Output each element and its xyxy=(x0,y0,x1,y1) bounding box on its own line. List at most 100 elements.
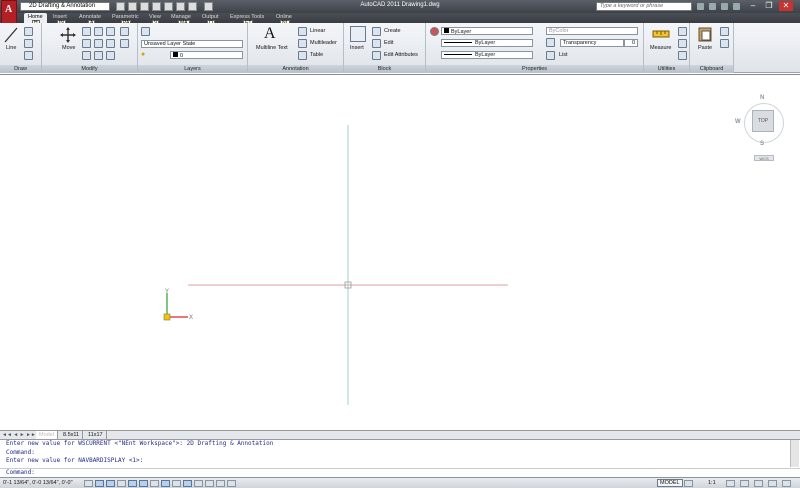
help-icon[interactable] xyxy=(733,3,740,10)
draw-panel-title[interactable]: Draw xyxy=(0,65,41,73)
quick-calc-icon[interactable] xyxy=(678,39,687,48)
multileader-button[interactable]: Multileader xyxy=(310,40,337,46)
trim-icon[interactable] xyxy=(94,27,103,36)
properties-panel-title[interactable]: Properties xyxy=(426,65,643,73)
measure-icon[interactable] xyxy=(652,28,670,40)
save-as-icon[interactable] xyxy=(152,2,161,11)
plot-icon[interactable] xyxy=(164,2,173,11)
annotation-panel-title[interactable]: Annotation xyxy=(248,65,343,73)
quick-view-layouts-icon[interactable] xyxy=(684,480,693,487)
arc-icon[interactable] xyxy=(24,51,33,60)
layers-panel-title[interactable]: Layers xyxy=(138,65,247,73)
restore-icon[interactable]: ❐ xyxy=(762,1,776,11)
polyline-icon[interactable] xyxy=(24,27,33,36)
edit-attributes-button[interactable]: Edit Attributes xyxy=(384,52,418,58)
command-window[interactable]: Enter new value for WSCURRENT <"NEnt Wor… xyxy=(0,439,800,477)
insert-block-icon[interactable] xyxy=(350,26,366,42)
dynamic-input-toggle[interactable] xyxy=(183,480,192,487)
qat-dropdown-icon[interactable] xyxy=(204,2,213,11)
stretch-icon[interactable] xyxy=(82,51,91,60)
move-icon[interactable] xyxy=(60,27,76,43)
viewcube-west[interactable]: W xyxy=(735,119,741,125)
plotstyle-dropdown[interactable]: ByColor xyxy=(546,27,638,35)
undo-icon[interactable] xyxy=(176,2,185,11)
viewcube-north[interactable]: N xyxy=(760,95,764,101)
viewcube-south[interactable]: S xyxy=(760,141,764,147)
edit-block-icon[interactable] xyxy=(372,39,381,48)
cut-icon[interactable] xyxy=(720,27,729,36)
move-button[interactable]: Move xyxy=(62,45,75,51)
insert-button[interactable]: Insert xyxy=(350,45,364,51)
lightbulb-icon[interactable]: ● xyxy=(141,51,145,58)
table-icon[interactable] xyxy=(298,51,307,60)
line-tool-icon[interactable] xyxy=(4,27,18,43)
rotate-icon[interactable] xyxy=(82,27,91,36)
multiline-text-icon[interactable]: A xyxy=(264,25,276,43)
list-icon[interactable] xyxy=(546,51,555,60)
paste-button[interactable]: Paste xyxy=(698,45,712,51)
object-snap-tracking-toggle[interactable] xyxy=(161,480,170,487)
snap-mode-toggle[interactable] xyxy=(95,480,104,487)
application-menu-button[interactable]: A xyxy=(1,0,17,24)
wcs-menu[interactable]: WCS xyxy=(754,155,774,161)
transparency-icon[interactable] xyxy=(546,38,555,47)
infer-constraints-toggle[interactable] xyxy=(84,480,93,487)
save-icon[interactable] xyxy=(140,2,149,11)
linear-button[interactable]: Linear xyxy=(310,28,325,34)
match-properties-icon[interactable] xyxy=(430,27,439,36)
lineweight-toggle[interactable] xyxy=(194,480,203,487)
edit-button[interactable]: Edit xyxy=(384,40,393,46)
hardware-acceleration-icon[interactable] xyxy=(768,480,777,487)
multileader-icon[interactable] xyxy=(298,39,307,48)
layer-properties-icon[interactable] xyxy=(141,27,150,36)
array-icon[interactable] xyxy=(106,51,115,60)
annotation-visibility-icon[interactable] xyxy=(726,480,735,487)
color-dropdown[interactable]: ByLayer xyxy=(441,27,533,35)
close-icon[interactable]: ✕ xyxy=(779,1,793,11)
fillet-icon[interactable] xyxy=(106,39,115,48)
grid-display-toggle[interactable] xyxy=(106,480,115,487)
search-input[interactable]: Type a keyword or phrase xyxy=(596,2,692,11)
redo-icon[interactable] xyxy=(188,2,197,11)
coordinates-readout[interactable]: 0'-1 13/64", 0'-0 13/64", 0'-0" xyxy=(3,479,73,488)
lock-ui-icon[interactable] xyxy=(754,480,763,487)
viewcube-top-face[interactable]: TOP xyxy=(752,110,774,132)
ucs-toggle[interactable] xyxy=(172,480,181,487)
selection-cycling-toggle[interactable] xyxy=(227,480,236,487)
ortho-mode-toggle[interactable] xyxy=(117,480,126,487)
copy-clip-icon[interactable] xyxy=(720,39,729,48)
annotation-scale[interactable]: 1:1 xyxy=(708,479,716,488)
clean-screen-icon[interactable] xyxy=(782,480,791,487)
circle-icon[interactable] xyxy=(24,39,33,48)
viewcube[interactable]: N W TOP S WCS xyxy=(732,93,794,165)
clipboard-panel-title[interactable]: Clipboard xyxy=(690,65,733,73)
transparency-field[interactable]: Transparency xyxy=(560,39,624,47)
linear-dim-icon[interactable] xyxy=(298,27,307,36)
quick-select-icon[interactable] xyxy=(678,27,687,36)
create-block-icon[interactable] xyxy=(372,27,381,36)
layout-nav-arrows[interactable]: ◄◄ ◄ ► ►► xyxy=(2,432,36,438)
drawing-canvas[interactable]: Y X N W TOP S WCS xyxy=(0,74,800,430)
paste-icon[interactable] xyxy=(698,26,712,42)
table-button[interactable]: Table xyxy=(310,52,323,58)
communication-center-icon[interactable] xyxy=(709,3,716,10)
list-button[interactable]: List xyxy=(559,52,568,58)
modify-panel-title[interactable]: Modify xyxy=(42,65,137,73)
search-icon[interactable] xyxy=(697,3,704,10)
multiline-text-button[interactable]: Multiline Text xyxy=(256,45,288,51)
offset-icon[interactable] xyxy=(120,39,129,48)
transparency-toggle[interactable] xyxy=(205,480,214,487)
lineweight-dropdown[interactable]: ByLayer xyxy=(441,51,533,59)
quick-properties-toggle[interactable] xyxy=(216,480,225,487)
layer-dropdown[interactable]: 0 xyxy=(170,51,243,59)
block-panel-title[interactable]: Block xyxy=(344,65,425,73)
erase-icon[interactable] xyxy=(106,27,115,36)
explode-icon[interactable] xyxy=(120,27,129,36)
new-icon[interactable] xyxy=(116,2,125,11)
model-space-button[interactable]: MODEL xyxy=(657,479,683,487)
object-snap-toggle[interactable] xyxy=(139,480,148,487)
transparency-value[interactable]: 0 xyxy=(624,39,638,47)
utilities-panel-title[interactable]: Utilities xyxy=(644,65,689,73)
command-scrollbar[interactable] xyxy=(790,440,799,467)
mirror-icon[interactable] xyxy=(94,39,103,48)
